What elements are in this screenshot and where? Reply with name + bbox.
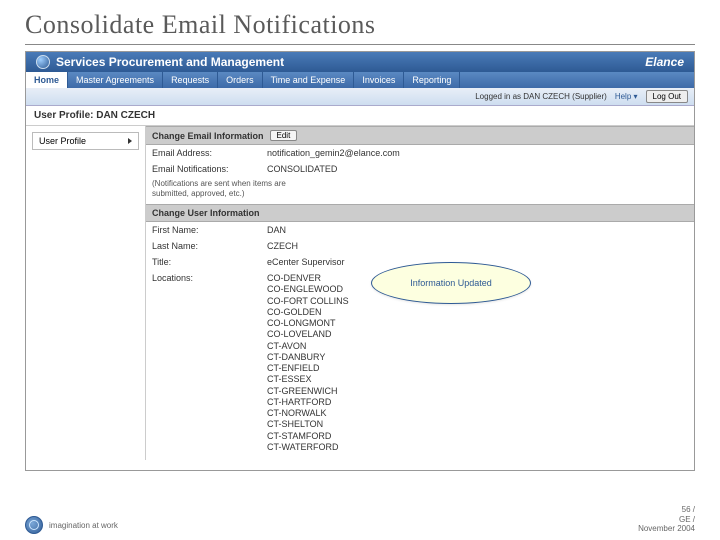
app-logo-icon [36, 55, 50, 69]
location-item: CT-NORWALK [267, 408, 688, 419]
location-item: CT-WATERFORD [267, 442, 688, 453]
sub-bar: Logged in as DAN CZECH (Supplier) Help ▾… [26, 88, 694, 106]
location-item: CO-LOVELAND [267, 329, 688, 340]
location-item: CT-AVON [267, 341, 688, 352]
section-user-title: Change User Information [152, 208, 260, 218]
help-link[interactable]: Help ▾ [615, 92, 638, 101]
location-item: CT-ENFIELD [267, 363, 688, 374]
location-item: CT-DANBURY [267, 352, 688, 363]
section-user-header: Change User Information [146, 204, 694, 222]
left-panel: User Profile [26, 126, 146, 460]
tab-invoices[interactable]: Invoices [354, 72, 404, 88]
location-item: CT-GREENWICH [267, 386, 688, 397]
footer-page: 56 / [638, 505, 695, 515]
sidebar-item-user-profile[interactable]: User Profile [32, 132, 139, 150]
location-item: CO-GOLDEN [267, 307, 688, 318]
first-name-label: First Name: [152, 225, 267, 235]
app-body: User Profile Change Email Information Ed… [26, 126, 694, 460]
email-address-label: Email Address: [152, 148, 267, 158]
tab-requests[interactable]: Requests [163, 72, 218, 88]
tab-master-agreements[interactable]: Master Agreements [68, 72, 163, 88]
notification-note: (Notifications are sent when items are s… [146, 177, 326, 204]
footer-org: GE / [638, 515, 695, 525]
title-underline [25, 44, 695, 45]
section-email-header: Change Email Information Edit [146, 126, 694, 145]
info-updated-callout: Information Updated [371, 262, 531, 304]
tab-orders[interactable]: Orders [218, 72, 263, 88]
nav-tabs: Home Master Agreements Requests Orders T… [26, 72, 694, 88]
right-panel: Change Email Information Edit Email Addr… [146, 126, 694, 460]
first-name-value: DAN [267, 225, 688, 235]
app-window: Services Procurement and Management Elan… [25, 51, 695, 471]
email-notifications-label: Email Notifications: [152, 164, 267, 174]
location-item: CT-STAMFORD [267, 431, 688, 442]
profile-bar: User Profile: DAN CZECH [26, 106, 694, 126]
logout-button[interactable]: Log Out [646, 90, 688, 103]
ge-logo-icon [25, 516, 43, 534]
location-item: CT-ESSEX [267, 374, 688, 385]
tab-time-expense[interactable]: Time and Expense [263, 72, 355, 88]
section-email-title: Change Email Information [152, 131, 264, 141]
email-address-value: notification_gemin2@elance.com [267, 148, 688, 158]
location-item: CO-LONGMONT [267, 318, 688, 329]
sidebar-item-label: User Profile [39, 136, 86, 146]
app-header: Services Procurement and Management Elan… [26, 52, 694, 72]
location-item: CT-SHELTON [267, 419, 688, 430]
app-header-title: Services Procurement and Management [56, 55, 284, 69]
logged-in-text: Logged in as DAN CZECH (Supplier) [475, 92, 607, 101]
edit-email-button[interactable]: Edit [270, 130, 298, 141]
tab-reporting[interactable]: Reporting [404, 72, 460, 88]
app-header-brand: Elance [645, 55, 684, 69]
slide-title: Consolidate Email Notifications [0, 0, 720, 44]
email-notifications-value: CONSOLIDATED [267, 164, 688, 174]
title-label: Title: [152, 257, 267, 267]
locations-label: Locations: [152, 273, 267, 283]
footer-tagline: imagination at work [49, 521, 118, 530]
slide-footer: imagination at work 56 / GE / November 2… [25, 505, 695, 534]
last-name-label: Last Name: [152, 241, 267, 251]
location-item: CT-HARTFORD [267, 397, 688, 408]
last-name-value: CZECH [267, 241, 688, 251]
chevron-right-icon [128, 138, 132, 144]
footer-date: November 2004 [638, 524, 695, 534]
tab-home[interactable]: Home [26, 72, 68, 88]
